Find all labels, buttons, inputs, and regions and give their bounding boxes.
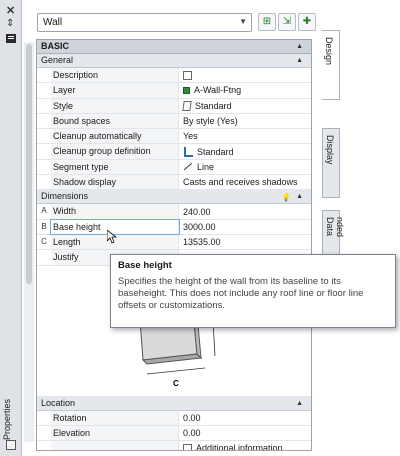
- diagram-label-c: C: [173, 379, 179, 388]
- layer-swatch-icon: [183, 86, 190, 94]
- property-row-segment-type[interactable]: Segment type Line: [37, 159, 311, 176]
- property-row-shadow-display[interactable]: Shadow display Casts and receives shadow…: [37, 175, 311, 191]
- lightbulb-icon[interactable]: 💡: [281, 191, 291, 204]
- property-row-cleanup-group[interactable]: Cleanup group definition Standard: [37, 144, 311, 160]
- property-row-elevation[interactable]: Elevation 0.00: [37, 425, 311, 442]
- property-row-base-height[interactable]: B Base height 3000.00: [37, 218, 311, 235]
- object-type-value: Wall: [43, 17, 63, 28]
- properties-palette: BASIC ▲ General ▲ Description Layer A-Wa…: [36, 39, 312, 451]
- property-row-width[interactable]: A Width 240.00: [37, 204, 311, 220]
- mouse-pointer-icon: [107, 230, 117, 244]
- collapse-icon[interactable]: ▲: [296, 397, 303, 410]
- tab-display[interactable]: Display: [322, 128, 340, 198]
- collapse-icon[interactable]: ▲: [296, 54, 303, 67]
- properties-icon: [6, 440, 16, 450]
- autohide-icon[interactable]: ⇕: [6, 18, 14, 29]
- palette-title: Properties: [2, 398, 12, 440]
- additional-information-icon[interactable]: [183, 443, 192, 450]
- property-tooltip: Base height Specifies the height of the …: [110, 254, 396, 328]
- toggle-pickadd-icon[interactable]: ⇲: [278, 13, 296, 31]
- tooltip-body: Specifies the height of the wall from it…: [118, 276, 364, 311]
- property-row-cleanup-automatically[interactable]: Cleanup automatically Yes: [37, 129, 311, 145]
- description-icon[interactable]: [183, 70, 192, 80]
- scrollbar-thumb[interactable]: [26, 44, 32, 284]
- line-icon: [183, 163, 193, 171]
- chevron-down-icon: ▼: [239, 17, 247, 26]
- tab-design[interactable]: Design: [322, 30, 340, 100]
- property-row-layer[interactable]: Layer A-Wall-Ftng: [37, 83, 311, 99]
- palette-menu-icon[interactable]: [6, 34, 16, 43]
- collapse-icon[interactable]: ▲: [296, 190, 303, 203]
- style-icon: [182, 100, 192, 111]
- property-row-description[interactable]: Description: [37, 68, 311, 84]
- select-objects-icon[interactable]: ✚: [298, 13, 316, 31]
- property-row-style[interactable]: Style Standard: [37, 98, 311, 114]
- property-row-rotation[interactable]: Rotation 0.00: [37, 410, 311, 426]
- close-icon[interactable]: ✕: [6, 4, 15, 17]
- section-general[interactable]: General ▲: [37, 54, 311, 68]
- quick-select-icon[interactable]: ⊞: [258, 13, 276, 31]
- tooltip-title: Base height: [118, 260, 172, 271]
- section-location[interactable]: Location ▲: [37, 396, 311, 411]
- tab-extended-data[interactable]: nded Data: [322, 210, 345, 260]
- section-dimensions[interactable]: Dimensions 💡 ▲: [37, 190, 311, 205]
- property-row-length[interactable]: C Length 13535.00: [37, 234, 311, 251]
- property-row-additional-information[interactable]: Additional information: [37, 441, 311, 450]
- collapse-icon[interactable]: ▲: [296, 40, 303, 53]
- category-basic[interactable]: BASIC ▲: [37, 40, 311, 54]
- property-row-bound-spaces[interactable]: Bound spaces By style (Yes): [37, 113, 311, 130]
- object-type-select[interactable]: Wall ▼: [37, 13, 252, 32]
- cleanup-icon: [183, 146, 193, 157]
- palette-title-strip: ✕ ⇕ Properties: [0, 0, 22, 456]
